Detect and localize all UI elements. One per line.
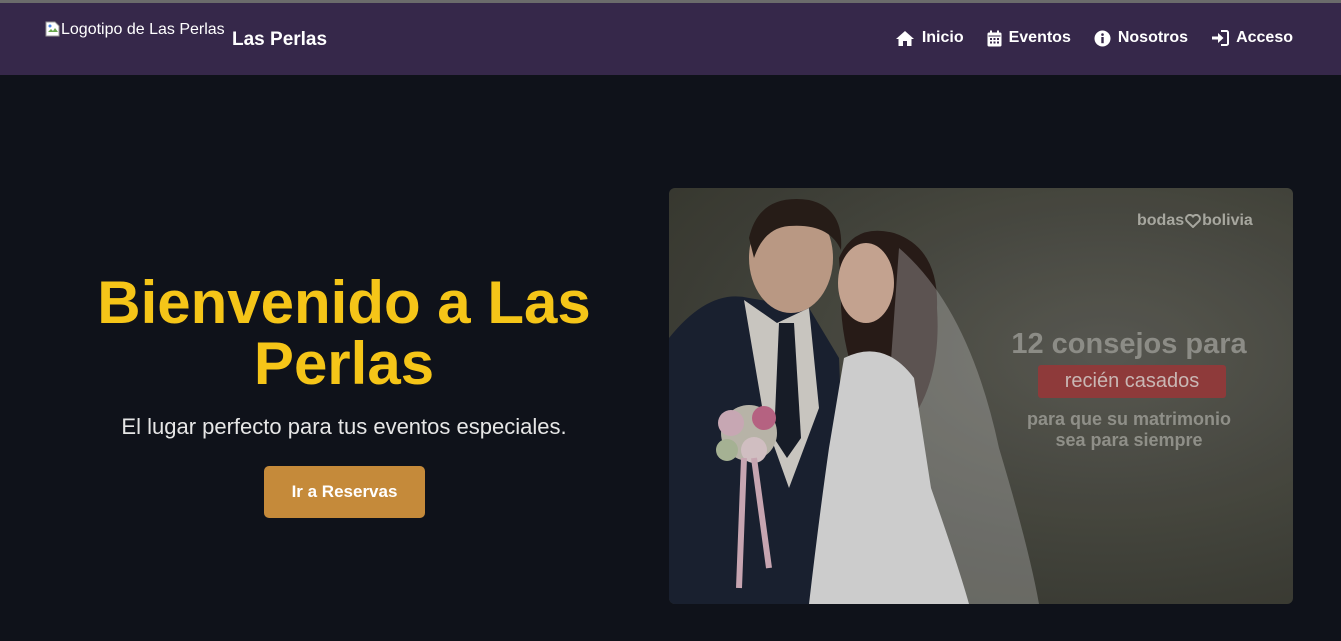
nav-item-eventos[interactable]: Eventos [987, 29, 1071, 47]
main-nav: Inicio Eventos Nosotros Acceso [895, 29, 1293, 47]
nav-item-label: Eventos [1008, 29, 1071, 46]
brand-name[interactable]: Las Perlas [232, 29, 327, 51]
image-badge: recién casados [1038, 365, 1226, 398]
home-icon [895, 30, 914, 46]
image-line-2: sea para siempre [1055, 430, 1203, 450]
image-headline: 12 consejos para [1011, 328, 1247, 360]
reservations-button[interactable]: Ir a Reservas [264, 466, 425, 518]
broken-image-icon [45, 21, 61, 38]
watermark-right: bolivia [1202, 212, 1253, 229]
logo[interactable]: Logotipo de Las Perlas [45, 21, 225, 39]
nav-item-inicio[interactable]: Inicio [895, 29, 964, 47]
nav-item-nosotros[interactable]: Nosotros [1094, 29, 1188, 47]
watermark-logo: bodas bolivia [1137, 212, 1253, 230]
brand[interactable]: Logotipo de Las Perlas Las Perlas [45, 21, 327, 50]
heart-icon [1185, 214, 1202, 228]
info-icon [1094, 30, 1111, 46]
navbar: Logotipo de Las Perlas Las Perlas Inicio [0, 3, 1341, 75]
watermark-left: bodas [1137, 212, 1185, 229]
logo-alt-text: Logotipo de Las Perlas [61, 21, 225, 38]
hero-subtitle: El lugar perfecto para tus eventos espec… [121, 414, 567, 439]
nav-item-label: Inicio [921, 29, 964, 46]
hero-section: Bienvenido a Las Perlas El lugar perfect… [60, 272, 628, 440]
image-line-1: para que su matrimonio [1026, 409, 1232, 429]
hero-title: Bienvenido a Las Perlas [97, 269, 591, 397]
hero-image: bodas bolivia 12 consejos para recién ca… [669, 188, 1293, 604]
nav-item-acceso[interactable]: Acceso [1211, 29, 1293, 47]
nav-item-label: Acceso [1236, 29, 1293, 46]
sign-in-icon [1212, 30, 1230, 46]
nav-item-label: Nosotros [1117, 29, 1189, 46]
calendar-icon [987, 30, 1002, 46]
